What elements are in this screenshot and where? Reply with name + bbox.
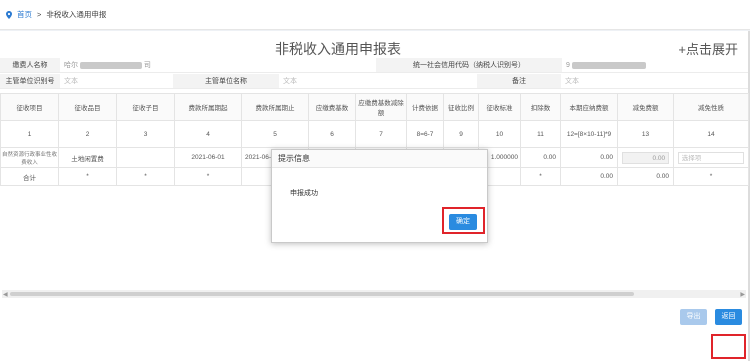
form-row-payer: 缴费人名称 哈尔 司 统一社会信用代码（纳税人识别号） 9 bbox=[0, 58, 748, 73]
org-name-label: 主管单位名称 bbox=[173, 74, 279, 89]
total-relief: 0.00 bbox=[617, 167, 674, 186]
cell-relief-nature[interactable]: 选择项 bbox=[673, 147, 749, 168]
relief-nature-select[interactable]: 选择项 bbox=[677, 151, 745, 164]
credit-code-label: 统一社会信用代码（纳税人识别号） bbox=[376, 58, 562, 73]
total-cell: * bbox=[520, 167, 561, 186]
column-number: 8=6-7 bbox=[406, 120, 444, 148]
scroll-right-icon[interactable]: ▶ bbox=[740, 291, 745, 298]
scrollbar-thumb[interactable] bbox=[10, 292, 634, 296]
column-header: 征收标准 bbox=[478, 93, 521, 121]
column-header: 征收比例 bbox=[443, 93, 479, 121]
breadcrumb: 首页 > 非税收入通用申报 bbox=[6, 9, 106, 20]
column-header: 本期应纳费额 bbox=[560, 93, 618, 121]
back-button[interactable]: 返回 bbox=[715, 309, 742, 325]
total-payable: 0.00 bbox=[560, 167, 618, 186]
total-cell: * bbox=[116, 167, 175, 186]
total-label: 合计 bbox=[0, 167, 59, 186]
column-number: 7 bbox=[355, 120, 407, 148]
payer-name-field[interactable]: 哈尔 司 bbox=[60, 58, 376, 73]
credit-code-field[interactable]: 9 bbox=[562, 58, 748, 73]
payer-name-value: 哈尔 bbox=[64, 62, 78, 69]
cell-relief-amount[interactable]: 0.00 bbox=[617, 147, 674, 168]
column-number: 4 bbox=[174, 120, 242, 148]
column-number: 2 bbox=[58, 120, 117, 148]
column-number-row: 1 2 3 4 5 6 7 8=6-7 9 10 11 12=[8×10-11]… bbox=[0, 120, 749, 148]
column-number: 6 bbox=[308, 120, 356, 148]
org-code-label: 主管单位识别号 bbox=[0, 74, 60, 89]
total-cell: * bbox=[174, 167, 242, 186]
column-number: 14 bbox=[673, 120, 749, 148]
breadcrumb-current: 非税收入通用申报 bbox=[46, 10, 107, 19]
column-header: 征收项目 bbox=[0, 93, 59, 121]
column-header: 费款所属期起 bbox=[174, 93, 242, 121]
remark-input[interactable]: 文本 bbox=[561, 74, 748, 89]
column-number: 12=[8×10-11]*9 bbox=[560, 120, 618, 148]
org-name-input[interactable]: 文本 bbox=[279, 74, 477, 89]
column-number: 9 bbox=[443, 120, 479, 148]
redacted-block bbox=[79, 61, 142, 69]
column-header: 计费依据 bbox=[406, 93, 444, 121]
scroll-left-icon[interactable]: ◀ bbox=[3, 291, 8, 298]
payer-name-suffix: 司 bbox=[143, 62, 151, 69]
horizontal-scrollbar[interactable]: ◀ ▶ bbox=[2, 290, 746, 298]
column-number: 5 bbox=[241, 120, 309, 148]
expand-toggle[interactable]: +点击展开 bbox=[678, 39, 738, 58]
dialog-message: 申报成功 bbox=[290, 190, 318, 197]
total-cell: * bbox=[58, 167, 117, 186]
page-title: 非税收入通用申报表 bbox=[275, 41, 401, 57]
form-row-org: 主管单位识别号 文本 主管单位名称 文本 备注 文本 bbox=[0, 74, 748, 89]
payer-name-label: 缴费人名称 bbox=[0, 58, 60, 73]
column-header: 征收子目 bbox=[116, 93, 175, 121]
column-header: 减免费额 bbox=[617, 93, 674, 121]
highlight-box bbox=[711, 334, 746, 359]
relief-amount-input[interactable]: 0.00 bbox=[621, 151, 670, 164]
column-number: 13 bbox=[617, 120, 674, 148]
breadcrumb-separator: > bbox=[37, 10, 42, 19]
top-bar: 首页 > 非税收入通用申报 bbox=[0, 0, 750, 30]
column-header: 征收品目 bbox=[58, 93, 117, 121]
column-header: 扣除数 bbox=[520, 93, 561, 121]
column-number: 10 bbox=[478, 120, 521, 148]
cell-levy-category: 土地闲置费 bbox=[58, 147, 117, 168]
cell-deduction[interactable]: 0.00 bbox=[520, 147, 561, 168]
credit-code-value: 9 bbox=[566, 62, 570, 69]
column-header: 应缴费基数 bbox=[308, 93, 356, 121]
column-header: 费款所属期止 bbox=[241, 93, 309, 121]
column-number: 1 bbox=[0, 120, 59, 148]
remark-label: 备注 bbox=[477, 74, 561, 89]
export-button[interactable]: 导出 bbox=[680, 309, 707, 325]
location-pin-icon bbox=[6, 10, 12, 19]
column-number: 3 bbox=[116, 120, 175, 148]
dialog-title: 提示信息 bbox=[272, 150, 487, 168]
cell-period-start[interactable]: 2021-06-01 bbox=[174, 147, 242, 168]
column-number: 11 bbox=[520, 120, 561, 148]
cell-levy-item: 自然资源行政事业性收费收入 bbox=[0, 147, 59, 168]
breadcrumb-home-link[interactable]: 首页 bbox=[17, 9, 32, 20]
cell-payable: 0.00 bbox=[560, 147, 618, 168]
highlight-box bbox=[442, 207, 485, 234]
column-header: 减免性质 bbox=[673, 93, 749, 121]
org-code-input[interactable]: 文本 bbox=[60, 74, 173, 89]
column-header: 应缴费基数减除额 bbox=[355, 93, 407, 121]
table-header-row: 征收项目 征收品目 征收子目 费款所属期起 费款所属期止 应缴费基数 应缴费基数… bbox=[0, 93, 749, 121]
total-cell: * bbox=[673, 167, 749, 186]
redacted-block bbox=[571, 61, 646, 69]
cell-levy-subitem bbox=[116, 147, 175, 168]
